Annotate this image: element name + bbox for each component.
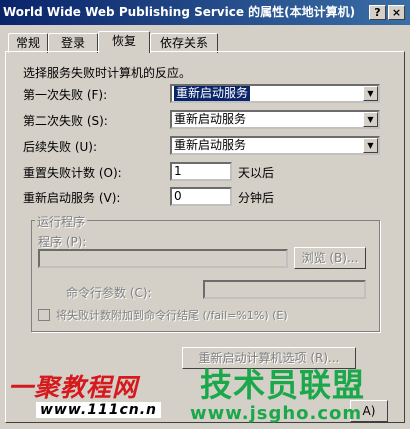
dropdown-arrow-icon[interactable]: ▼ <box>363 112 378 127</box>
append-fail-count-checkbox[interactable] <box>38 309 50 321</box>
tab-logon[interactable]: 登录 <box>48 33 98 53</box>
title-bar: World Wide Web Publishing Service 的属性(本地… <box>0 0 410 25</box>
second-failure-label: 第二次失败 (S): <box>23 114 108 128</box>
instruction-text: 选择服务失败时计算机的反应。 <box>23 66 192 80</box>
help-button[interactable]: ? <box>369 5 386 20</box>
subsequent-failures-select[interactable]: 重新启动服务 ▼ <box>170 136 380 155</box>
reset-count-input[interactable]: 1 <box>170 162 232 181</box>
program-input[interactable] <box>38 249 288 268</box>
window-title: World Wide Web Publishing Service 的属性(本地… <box>3 5 356 19</box>
watermark-site-name: 一聚教程网 <box>8 373 139 402</box>
watermark-url-1: www.111cn.n <box>36 402 161 418</box>
restart-service-unit: 分钟后 <box>238 191 275 205</box>
browse-button[interactable]: 浏览 (B)... <box>294 247 366 269</box>
watermark-url-2: www.jsgho.com <box>190 403 363 424</box>
dropdown-arrow-icon[interactable]: ▼ <box>363 138 378 153</box>
tab-dependencies[interactable]: 依存关系 <box>150 33 218 53</box>
command-params-input[interactable] <box>203 280 366 299</box>
append-fail-count-label: 将失败计数附加到命令行结尾 (/fail=%1%) (E) <box>56 309 288 322</box>
subsequent-failures-value: 重新启动服务 <box>174 138 247 152</box>
first-failure-label: 第一次失败 (F): <box>23 88 108 102</box>
watermark-brand-name: 技术员联盟 <box>200 366 366 404</box>
dropdown-arrow-icon[interactable]: ▼ <box>363 86 378 101</box>
tab-general[interactable]: 常规 <box>8 33 48 53</box>
close-button[interactable]: × <box>388 5 405 20</box>
tab-recovery[interactable]: 恢复 <box>98 31 150 53</box>
run-program-group-label: 运行程序 <box>35 213 88 230</box>
first-failure-value: 重新启动服务 <box>174 86 251 101</box>
restart-service-input[interactable]: 0 <box>170 187 232 206</box>
program-label: 程序 (P): <box>38 235 87 249</box>
reset-count-label: 重置失败计数 (O): <box>23 166 122 180</box>
second-failure-value: 重新启动服务 <box>174 112 247 126</box>
restart-service-label: 重新启动服务 (V): <box>23 191 121 205</box>
subsequent-failures-label: 后续失败 (U): <box>23 140 98 154</box>
second-failure-select[interactable]: 重新启动服务 ▼ <box>170 110 380 129</box>
command-params-label: 命令行参数 (C): <box>66 286 152 300</box>
reset-count-unit: 天以后 <box>238 166 275 180</box>
first-failure-select[interactable]: 重新启动服务 ▼ <box>170 84 380 103</box>
